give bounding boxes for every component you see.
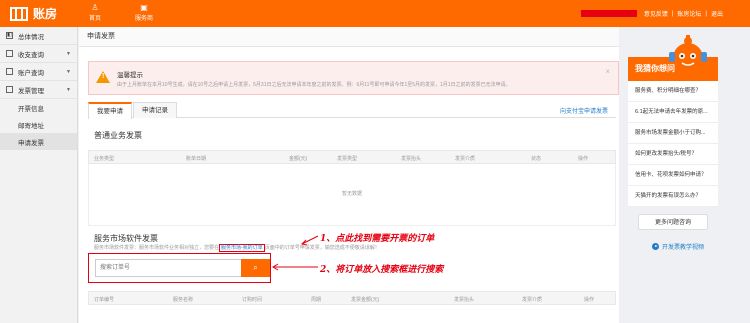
help-item[interactable]: 天猫开的发票有误怎么办？	[628, 186, 718, 207]
top-bar: 账房 ♙ 首页 ▣ 服务商 意见反馈 | 账房论坛 | 退出	[0, 0, 750, 27]
col-header: 发票介质	[522, 297, 543, 303]
alipay-invoice-link[interactable]: 向支付宝申请发票	[560, 106, 608, 115]
logout-link[interactable]: 退出	[711, 9, 723, 18]
help-item[interactable]: 如何更改发票抬头/税号？	[628, 144, 718, 165]
col-header: 账单日期	[186, 156, 207, 162]
col-header: 操作	[584, 297, 595, 303]
overview-icon: ◧	[6, 32, 13, 39]
col-header: 发票类型	[337, 156, 358, 162]
tab-bar: 我要申请 申请记录 向支付宝申请发票	[88, 102, 616, 119]
income-icon	[6, 50, 13, 57]
general-table-header: 业务类型 账单日期 金额(元) 发票类型 发票抬头 发票介质 状态 操作	[88, 150, 616, 164]
nav-service-label: 服务商	[135, 16, 154, 22]
col-header: 操作	[578, 156, 589, 162]
col-header: 状态	[531, 156, 542, 162]
page-title: 申请发票	[79, 27, 619, 47]
software-invoice-title: 服务市场软件发票	[94, 234, 158, 243]
col-header: 发票金额(元)	[351, 297, 380, 303]
chevron-down-icon: ▼	[66, 86, 71, 93]
logo-text: 账房	[33, 7, 58, 21]
col-header: 发票抬头	[401, 156, 422, 162]
sidebar-item-invoice[interactable]: 发票管理 ▼	[0, 81, 77, 99]
user-icon: ♙	[91, 3, 99, 12]
video-link-label: 开发票教学视频	[662, 245, 705, 251]
tutorial-video-link[interactable]: 开发票教学视频	[652, 242, 718, 251]
more-questions-button[interactable]: 更多问题咨询	[638, 214, 708, 230]
sidebar-item-label: 发票管理	[18, 87, 44, 95]
feedback-link[interactable]: 意见反馈	[644, 9, 668, 18]
account-icon	[6, 68, 13, 75]
notice-title: 温馨提示	[117, 72, 143, 79]
annotation-step-2: 2、将订单放入搜索框进行搜索	[320, 265, 444, 275]
software-invoice-desc: 服务市场软件发票：服务市场软件业务相对独立，您要在 服务市场-我的订单 页面中的订单…	[94, 244, 380, 252]
col-header: 周期	[311, 297, 322, 303]
nav-service[interactable]: ▣ 服务商	[135, 3, 153, 22]
play-icon	[652, 243, 659, 250]
search-button[interactable]: ⌕	[241, 259, 270, 277]
tab-records[interactable]: 申请记录	[133, 102, 177, 118]
help-item[interactable]: 6.1起无法申请去年发票的原...	[628, 102, 718, 123]
top-links: 意见反馈 | 账房论坛 | 退出	[580, 9, 723, 18]
close-icon[interactable]: ×	[605, 67, 610, 76]
sidebar-sub-invoice-info[interactable]: 开票信息	[0, 99, 77, 116]
nav-home-label: 首页	[89, 16, 102, 22]
general-invoice-title: 普通业务发票	[94, 131, 142, 140]
sidebar-item-label: 总体情况	[18, 33, 44, 41]
help-item[interactable]: 信用卡、花呗发票如何申请？	[628, 165, 718, 186]
chevron-down-icon: ▼	[66, 68, 71, 75]
shop-icon: ▣	[140, 3, 148, 12]
col-header: 服务名称	[173, 297, 194, 303]
logo-icon	[10, 6, 28, 21]
help-item[interactable]: 服务市场发票金额小于订购...	[628, 123, 718, 144]
col-header: 发票介质	[455, 156, 476, 162]
col-header: 业务类型	[94, 156, 115, 162]
col-header: 金额(元)	[289, 156, 308, 162]
col-header: 发票抬头	[454, 297, 475, 303]
sidebar-item-income[interactable]: 收支查询 ▼	[0, 45, 77, 63]
nav-home[interactable]: ♙ 首页	[89, 3, 101, 22]
notice-banner: ! 温馨提示 由于上月账单在本月10号生成，请在10号之后申请上月发票，5月31…	[88, 61, 619, 95]
sidebar-sub-mailing-address[interactable]: 邮寄地址	[0, 116, 77, 133]
search-icon: ⌕	[253, 263, 258, 272]
mascot-icon	[669, 35, 707, 73]
search-highlight-box: ⌕	[88, 253, 271, 283]
chevron-down-icon: ▼	[66, 50, 71, 57]
warning-icon: !	[96, 71, 110, 83]
my-orders-link[interactable]: 服务市场-我的订单	[219, 244, 265, 252]
tab-apply[interactable]: 我要申请	[88, 102, 132, 119]
notice-text: 由于上月账单在本月10号生成，请在10号之后申请上月发票，5月31日之后无法申请…	[117, 82, 511, 88]
sidebar-item-label: 收支查询	[18, 51, 44, 59]
general-table-empty: 暂无数据	[88, 164, 616, 226]
sidebar-item-label: 账户查询	[18, 69, 44, 77]
software-table-header: 订单编号 服务名称 订购时间 周期 发票金额(元) 发票抬头 发票介质 操作	[88, 291, 616, 305]
separator: |	[705, 10, 707, 17]
sidebar-item-overview[interactable]: ◧ 总体情况	[0, 27, 77, 45]
sidebar: ◧ 总体情况 收支查询 ▼ 账户查询 ▼ 发票管理 ▼ 开票信息 邮寄地址 申请…	[0, 27, 78, 323]
redacted-username	[580, 10, 637, 17]
invoice-icon	[6, 86, 13, 93]
sidebar-sub-apply-invoice[interactable]: 申请发票	[0, 133, 77, 150]
annotation-step-1: 1、点此找到需要开票的订单	[320, 234, 435, 244]
col-header: 订购时间	[242, 297, 263, 303]
desc-text: 服务市场软件发票：服务市场软件业务相对独立，您要在	[94, 245, 220, 251]
sidebar-item-account[interactable]: 账户查询 ▼	[0, 63, 77, 81]
separator: |	[671, 10, 674, 17]
help-panel: 我猜你想问 服务费、积分明细在哪查？ 6.1起无法申请去年发票的原... 服务市…	[628, 57, 718, 323]
empty-text: 暂无数据	[341, 191, 362, 197]
logo[interactable]: 账房	[10, 5, 57, 22]
order-search-input[interactable]	[95, 259, 242, 277]
desc-text: 页面中的订单号申请发票，输您选成不便敬请谅解！	[264, 245, 380, 251]
forum-link[interactable]: 账房论坛	[677, 9, 701, 18]
col-header: 订单编号	[94, 297, 115, 303]
help-item[interactable]: 服务费、积分明细在哪查？	[628, 81, 718, 102]
